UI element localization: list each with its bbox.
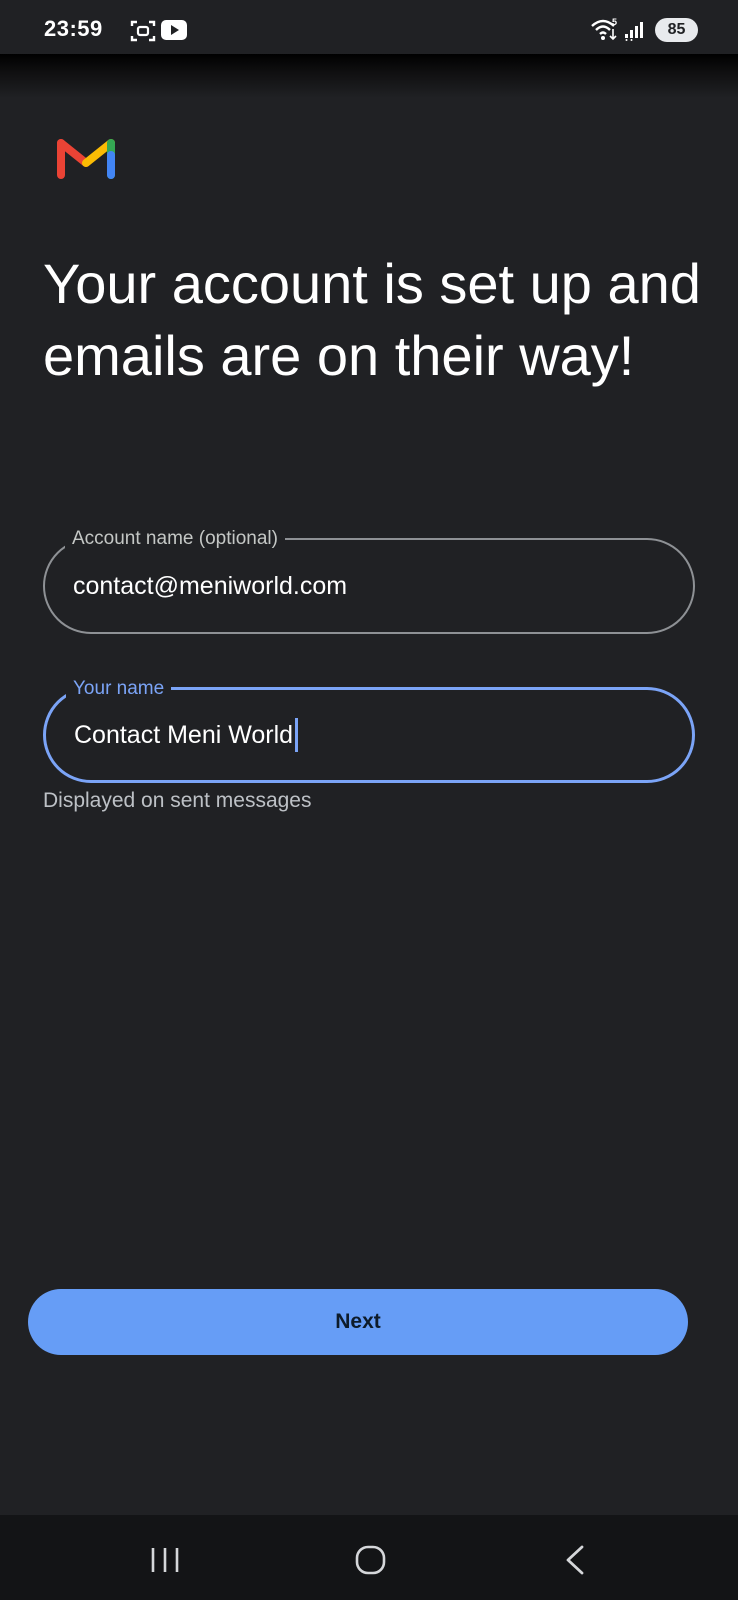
your-name-helper: Displayed on sent messages xyxy=(43,789,312,812)
your-name-field[interactable]: Your name Contact Meni World xyxy=(43,677,695,783)
account-name-value[interactable]: contact@meniworld.com xyxy=(73,540,347,632)
battery-icon: 85 xyxy=(655,18,698,42)
back-icon[interactable] xyxy=(562,1544,588,1581)
home-icon[interactable] xyxy=(354,1544,388,1581)
your-name-input[interactable]: Contact Meni World xyxy=(74,690,299,780)
gmail-logo xyxy=(57,133,115,184)
youtube-icon xyxy=(161,20,187,45)
status-bar: 23:59 5 85 xyxy=(0,0,738,54)
page-title: Your account is set up and emails are on… xyxy=(43,252,701,387)
recent-apps-icon[interactable] xyxy=(148,1545,182,1580)
screenshot-icon xyxy=(130,19,156,48)
wifi-icon: 5 xyxy=(590,17,620,48)
svg-text:5: 5 xyxy=(612,17,617,27)
navigation-bar xyxy=(0,1515,738,1600)
account-name-field[interactable]: Account name (optional) contact@meniworl… xyxy=(43,527,695,634)
next-button[interactable]: Next xyxy=(28,1289,688,1355)
status-time: 23:59 xyxy=(44,16,103,41)
app-header-shade xyxy=(0,54,738,98)
signal-icon xyxy=(624,19,648,46)
your-name-value: Contact Meni World xyxy=(74,720,294,749)
text-cursor xyxy=(295,718,299,752)
